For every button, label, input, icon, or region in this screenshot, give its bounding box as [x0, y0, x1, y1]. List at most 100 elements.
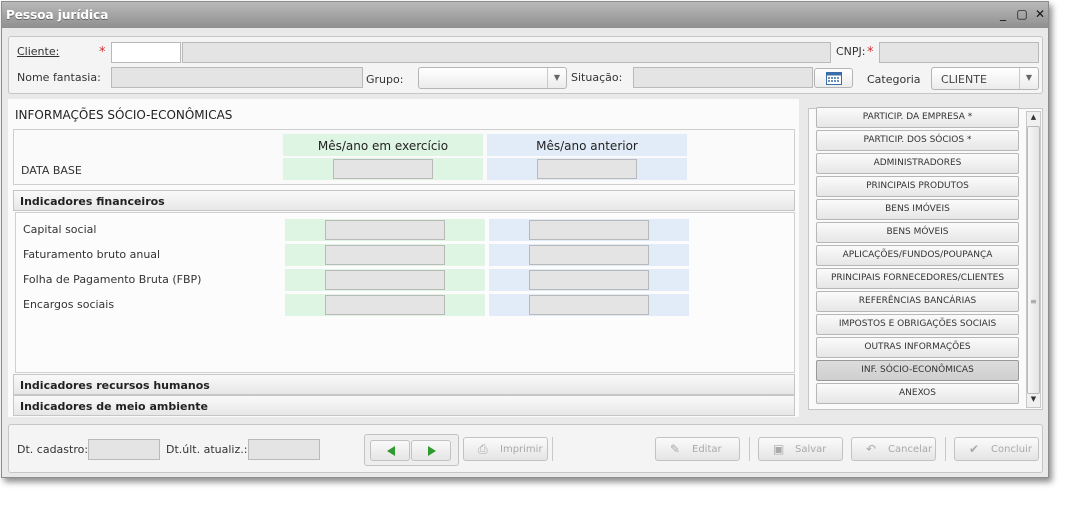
save-icon: ▣	[773, 442, 785, 456]
nav-panel: PARTICIP. DA EMPRESA * PARTICIP. DOS SÓCI…	[808, 107, 1043, 410]
section-title: INFORMAÇÕES SÓCIO-ECONÔMICAS	[15, 108, 233, 122]
row-current-cell	[285, 219, 485, 241]
categoria-label: Categoria	[867, 73, 921, 86]
row-label: Encargos sociais	[23, 298, 115, 311]
dt-cadastro-label: Dt. cadastro:	[17, 443, 89, 456]
grupo-label: Grupo:	[366, 73, 404, 86]
row-previous-cell	[489, 244, 689, 266]
financeiros-title: Indicadores financeiros	[20, 195, 165, 208]
col-previous-header: Mês/ano anterior	[487, 134, 687, 156]
nav-item[interactable]: BENS MÓVEIS	[816, 222, 1019, 243]
row-label: Capital social	[23, 223, 97, 236]
editar-button[interactable]: ✎ Editar	[655, 437, 740, 461]
categoria-select[interactable]: CLIENTE ▼	[931, 67, 1039, 90]
imprimir-button[interactable]: ⎙ Imprimir	[463, 437, 548, 461]
close-icon[interactable]: ✕	[1033, 7, 1047, 21]
previous-button[interactable]	[370, 440, 410, 461]
row-label: Faturamento bruto anual	[23, 248, 161, 261]
concluir-button[interactable]: ✔ Concluir	[954, 437, 1039, 461]
imprimir-label: Imprimir	[500, 444, 543, 455]
cliente-code-input[interactable]	[111, 42, 181, 63]
editar-label: Editar	[692, 444, 722, 455]
rh-title: Indicadores recursos humanos	[20, 379, 210, 392]
nav-item[interactable]: PARTICIP. DA EMPRESA *	[816, 107, 1019, 128]
row-previous-input[interactable]	[529, 270, 649, 290]
salvar-label: Salvar	[795, 444, 827, 455]
maximize-icon[interactable]: ▢	[1015, 7, 1029, 21]
row-label: Folha de Pagamento Bruta (FBP)	[23, 273, 202, 286]
data-base-previous-cell	[487, 158, 687, 180]
table-row: Faturamento bruto anual	[16, 244, 794, 266]
nav-item[interactable]: REFERÊNCIAS BANCÁRIAS	[816, 291, 1019, 312]
cnpj-required-mark: *	[867, 45, 874, 60]
scroll-thumb[interactable]: ≡	[1027, 126, 1040, 394]
arrow-left-icon	[387, 446, 395, 456]
row-previous-cell	[489, 294, 689, 316]
meio-ambiente-title: Indicadores de meio ambiente	[20, 400, 208, 413]
nav-item[interactable]: IMPOSTOS E OBRIGAÇÕES SOCIAIS	[816, 314, 1019, 335]
grupo-select[interactable]: ▼	[418, 67, 567, 89]
situacao-lookup-button[interactable]	[814, 68, 853, 88]
data-base-previous-input[interactable]	[537, 159, 637, 179]
cliente-label: Cliente:	[17, 45, 60, 58]
nome-fantasia-field[interactable]	[111, 67, 363, 88]
nav-item[interactable]: BENS IMÓVEIS	[816, 199, 1019, 220]
row-previous-cell	[489, 269, 689, 291]
nav-item[interactable]: PARTICIP. DOS SÓCIOS *	[816, 130, 1019, 151]
chevron-down-icon: ▼	[547, 68, 566, 88]
cnpj-field[interactable]	[879, 42, 1039, 63]
data-base-box: Mês/ano em exercício Mês/ano anterior DA…	[13, 129, 795, 185]
data-base-current-cell	[283, 158, 483, 180]
pencil-icon: ✎	[670, 442, 681, 456]
row-current-input[interactable]	[325, 245, 445, 265]
row-current-input[interactable]	[325, 295, 445, 315]
dt-atualiz-label: Dt.últ. atualiz.:	[166, 443, 248, 456]
table-row: Capital social	[16, 219, 794, 241]
row-current-input[interactable]	[325, 220, 445, 240]
footer-panel: Dt. cadastro: Dt.últ. atualiz.: ⎙ Imprim…	[8, 424, 1043, 473]
row-current-input[interactable]	[325, 270, 445, 290]
next-button[interactable]	[411, 440, 451, 461]
col-current-header: Mês/ano em exercício	[283, 134, 483, 156]
row-previous-input[interactable]	[529, 220, 649, 240]
row-previous-cell	[489, 219, 689, 241]
nav-item[interactable]: PRINCIPAIS PRODUTOS	[816, 176, 1019, 197]
content-panel: INFORMAÇÕES SÓCIO-ECONÔMICAS Mês/ano em …	[8, 99, 799, 417]
minimize-icon[interactable]: _	[996, 7, 1010, 21]
nav-item[interactable]: ADMINISTRADORES	[816, 153, 1019, 174]
nav-item[interactable]: APLICAÇÕES/FUNDOS/POUPANÇA	[816, 245, 1019, 266]
situacao-field	[633, 67, 813, 88]
row-previous-input[interactable]	[529, 295, 649, 315]
arrow-right-icon	[428, 446, 436, 456]
nome-fantasia-label: Nome fantasia:	[17, 71, 101, 84]
separator	[945, 437, 946, 461]
main-window: Pessoa jurídica _ ▢ ✕ Cliente: * CNPJ: *…	[1, 1, 1049, 478]
scroll-up-icon[interactable]: ▲	[1028, 113, 1039, 125]
scroll-down-icon[interactable]: ▼	[1028, 395, 1039, 407]
row-previous-input[interactable]	[529, 245, 649, 265]
printer-icon: ⎙	[478, 442, 488, 456]
table-row: Encargos sociais	[16, 294, 794, 316]
nav-item[interactable]: PRINCIPAIS FORNECEDORES/CLIENTES	[816, 268, 1019, 289]
meio-ambiente-header[interactable]: Indicadores de meio ambiente	[13, 395, 795, 416]
cliente-name-field	[182, 42, 831, 63]
title-bar: Pessoa jurídica _ ▢ ✕	[2, 2, 1048, 28]
concluir-label: Concluir	[991, 444, 1032, 455]
cancelar-button[interactable]: ↶ Cancelar	[851, 437, 936, 461]
undo-icon: ↶	[866, 442, 877, 456]
nav-scrollbar[interactable]: ▲ ≡ ▼	[1026, 111, 1041, 408]
data-base-label: DATA BASE	[21, 164, 82, 177]
row-current-cell	[285, 244, 485, 266]
salvar-button[interactable]: ▣ Salvar	[758, 437, 843, 461]
window-title: Pessoa jurídica	[6, 8, 109, 22]
financeiros-header[interactable]: Indicadores financeiros	[13, 190, 795, 211]
nav-item[interactable]: INF. SÓCIO-ECONÔMICAS	[816, 360, 1019, 381]
financeiros-panel: Capital social Faturamento bruto anual Fol…	[15, 212, 795, 373]
nav-arrows-group	[364, 434, 459, 466]
dt-atualiz-field	[248, 439, 320, 460]
nav-item[interactable]: ANEXOS	[816, 383, 1019, 404]
rh-header[interactable]: Indicadores recursos humanos	[13, 374, 795, 395]
categoria-value: CLIENTE	[941, 73, 987, 86]
data-base-current-input[interactable]	[333, 159, 433, 179]
nav-item[interactable]: OUTRAS INFORMAÇÕES	[816, 337, 1019, 358]
